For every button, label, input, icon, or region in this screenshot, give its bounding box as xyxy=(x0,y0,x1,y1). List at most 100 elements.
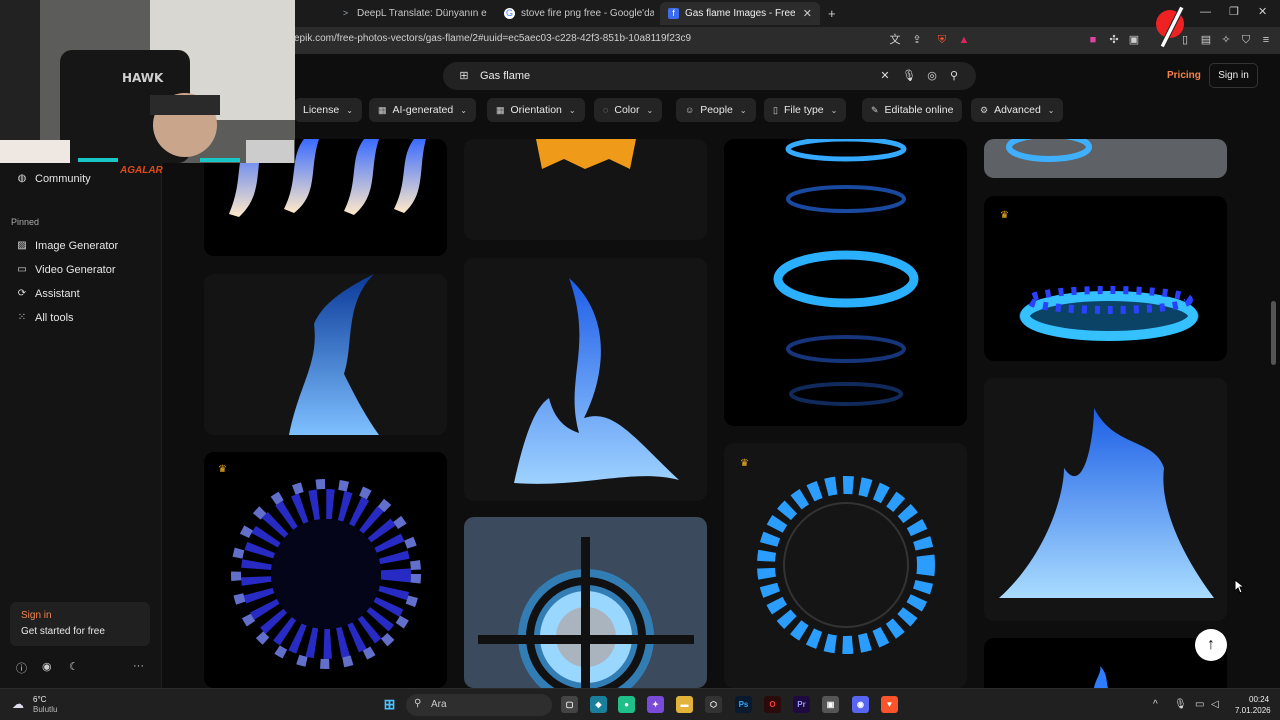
grid-icon: ⁙ xyxy=(17,312,27,323)
image-card-blue-flame[interactable] xyxy=(204,274,447,435)
clear-icon[interactable]: ✕ xyxy=(878,69,892,82)
camera-icon[interactable]: ◎ xyxy=(925,69,939,82)
filter-license[interactable]: License ⌄ xyxy=(294,98,362,122)
filter-color[interactable]: ◌ Color ⌄ xyxy=(594,98,663,122)
url-field[interactable]: epik.com/free-photos-vectors/gas-flame/2… xyxy=(294,33,691,44)
sidebar-item-all-tools[interactable]: ⁙ All tools xyxy=(16,312,74,324)
scrollbar-thumb[interactable] xyxy=(1271,301,1276,365)
volume-icon[interactable]: ◁ xyxy=(1211,699,1219,710)
scroll-to-top-button[interactable]: ↑ xyxy=(1195,629,1227,661)
translate-icon[interactable]: 文 xyxy=(888,33,902,47)
clock-time[interactable]: 00:24 xyxy=(1249,695,1269,704)
photoshop-icon[interactable]: Ps xyxy=(735,696,752,713)
maximize-icon[interactable]: ❐ xyxy=(1229,5,1239,18)
new-tab-icon[interactable]: + xyxy=(828,6,836,21)
orientation-icon: ▦ xyxy=(496,104,505,115)
filter-ai-generated[interactable]: ▦ AI-generated ⌄ xyxy=(369,98,476,122)
discord-icon[interactable]: ◉ xyxy=(42,660,52,673)
rewards-icon[interactable]: ▲ xyxy=(957,33,971,47)
tray-arrow-icon[interactable]: ^ xyxy=(1153,699,1158,710)
filter-label: File type xyxy=(783,104,824,116)
image-card-burner-partial[interactable] xyxy=(984,139,1227,178)
wallet-icon[interactable]: ▤ xyxy=(1199,33,1213,47)
search-icon: ⚲ xyxy=(414,698,422,709)
app-icon[interactable]: ● xyxy=(618,696,635,713)
deepl-icon: > xyxy=(342,8,349,18)
discord-icon[interactable]: ◉ xyxy=(852,696,869,713)
filter-editable-online[interactable]: ✎ Editable online xyxy=(862,98,963,122)
close-window-icon[interactable]: ✕ xyxy=(1258,5,1267,18)
more-icon[interactable]: ··· xyxy=(133,660,144,672)
screenshot-icon[interactable]: ▣ xyxy=(1127,33,1141,47)
taskbar-search-placeholder: Ara xyxy=(431,699,447,710)
task-view-icon[interactable]: ▢ xyxy=(561,696,578,713)
filter-label: Color xyxy=(614,104,640,116)
display-tray-icon[interactable]: ▭ xyxy=(1195,699,1204,710)
copilot-icon[interactable]: ✦ xyxy=(647,696,664,713)
menu-icon[interactable]: ≡ xyxy=(1259,33,1273,47)
filter-people[interactable]: ☺ People ⌄ xyxy=(676,98,756,122)
tab-freepik[interactable]: f Gas flame Images - Free Downlo ✕ xyxy=(660,2,820,25)
clock-date[interactable]: 7.01.2026 xyxy=(1235,706,1271,715)
tab-google[interactable]: G stove fire png free - Google'da Ara xyxy=(496,2,654,25)
app-icon[interactable]: ▣ xyxy=(822,696,839,713)
image-card-blue-blaze[interactable] xyxy=(984,378,1227,621)
image-card-orange-flame[interactable] xyxy=(464,139,707,240)
microphone-icon[interactable]: 🎙 xyxy=(902,69,916,82)
image-card-blue-fire[interactable] xyxy=(464,258,707,501)
close-tab-icon[interactable]: ✕ xyxy=(803,7,812,20)
pricing-link[interactable]: Pricing xyxy=(1167,70,1201,81)
image-card-burner-ring[interactable]: ♛ xyxy=(204,452,447,688)
filter-orientation[interactable]: ▦ Orientation ⌄ xyxy=(487,98,585,122)
mic-tray-icon[interactable]: 🎙 xyxy=(1174,699,1187,710)
filter-label: People xyxy=(700,104,733,116)
brave-icon[interactable]: ▼ xyxy=(881,696,898,713)
puzzle-icon[interactable]: ✣ xyxy=(1107,33,1121,47)
opera-icon[interactable]: O xyxy=(764,696,781,713)
file-explorer-icon[interactable]: ▬ xyxy=(676,696,693,713)
sidebar-item-video-generator[interactable]: ▭ Video Generator xyxy=(16,264,115,276)
brave-shield-icon[interactable]: ⛨ xyxy=(935,33,949,47)
share-icon[interactable]: ⇪ xyxy=(910,33,924,47)
extension-icon[interactable]: ■ xyxy=(1086,33,1100,47)
premiere-icon[interactable]: Pr xyxy=(793,696,810,713)
filter-label: Editable online xyxy=(884,104,954,116)
color-icon: ◌ xyxy=(603,105,609,115)
sidebar-item-image-generator[interactable]: ▨ Image Generator xyxy=(16,240,118,252)
leo-icon[interactable]: ✧ xyxy=(1219,33,1233,47)
stove-burner-image xyxy=(478,537,694,688)
filter-advanced[interactable]: ⚙ Advanced ⌄ xyxy=(971,98,1064,122)
tab-label: Gas flame Images - Free Downlo xyxy=(685,8,795,19)
image-card-burner-stack[interactable] xyxy=(724,139,967,426)
chevron-down-icon: ⌄ xyxy=(460,105,467,115)
blue-flame-image xyxy=(289,274,379,435)
weather-temp[interactable]: 6°C xyxy=(33,695,46,704)
search-input[interactable]: Gas flame xyxy=(480,70,530,82)
taskbar-search[interactable]: ⚲ Ara xyxy=(406,694,552,716)
tab-deepl[interactable]: > DeepL Translate: Dünyanın en isabetl xyxy=(332,2,487,25)
vpn-icon[interactable]: ⛉ xyxy=(1239,33,1253,47)
app-icon[interactable]: ◆ xyxy=(590,696,607,713)
help-icon[interactable]: ⓘ xyxy=(16,660,27,676)
image-card-small-flame[interactable] xyxy=(984,638,1227,688)
sidebar-item-label: Community xyxy=(35,173,91,185)
signin-card[interactable]: Sign in Get started for free xyxy=(10,602,150,646)
sidebar-item-assistant[interactable]: ⟳ Assistant xyxy=(16,288,80,300)
theme-moon-icon[interactable]: ☾ xyxy=(69,660,79,673)
grid-search-icon: ⊞ xyxy=(459,70,469,82)
search-icon[interactable]: ⚲ xyxy=(947,69,961,82)
image-card-stove-burner[interactable] xyxy=(464,517,707,688)
windows-start-icon[interactable]: ⊞ xyxy=(381,696,398,713)
image-card-burner-top[interactable]: ♛ xyxy=(724,443,967,688)
image-card-gas-ring[interactable]: ♛ xyxy=(984,196,1227,361)
signin-card-subtitle: Get started for free xyxy=(21,626,105,637)
weather-cloud-icon: ☁ xyxy=(12,697,24,711)
minimize-icon[interactable]: — xyxy=(1200,6,1211,18)
filter-file-type[interactable]: ▯ File type ⌄ xyxy=(764,98,847,122)
signin-card-title[interactable]: Sign in xyxy=(21,610,52,621)
sign-in-button[interactable]: Sign in xyxy=(1209,63,1258,88)
assistant-icon: ⟳ xyxy=(17,288,27,299)
unity-icon[interactable]: ⬡ xyxy=(705,696,722,713)
sidebar-item-community[interactable]: ◍ Community xyxy=(16,173,91,185)
webcam-feed-image: HAWK xyxy=(0,0,295,163)
